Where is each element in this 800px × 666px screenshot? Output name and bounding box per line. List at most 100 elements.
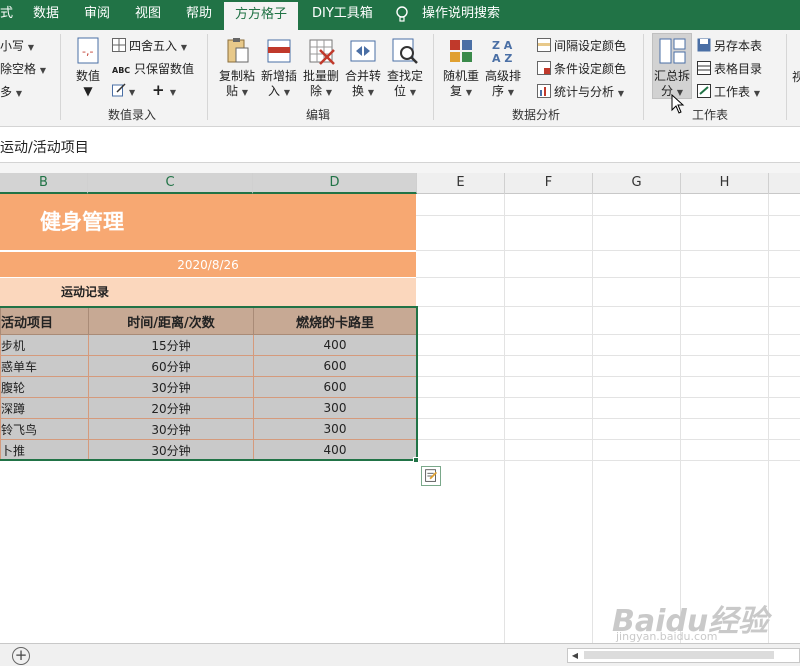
random-repeat-button[interactable]: 随机重 复 ▼ <box>440 36 482 100</box>
quick-analysis-icon <box>425 469 438 482</box>
column-header-row: B C D E F G H <box>0 173 800 194</box>
insert-button[interactable]: 新增插 入 ▼ <box>258 36 300 100</box>
fill-handle[interactable] <box>413 457 419 463</box>
group-separator <box>207 34 208 120</box>
add-sheet-icon[interactable]: + <box>12 647 30 665</box>
table-row: 铃飞鸟 30分钟 300 <box>0 418 417 440</box>
menu-more[interactable]: 多 ▼ <box>0 83 22 100</box>
svg-text:-,-: -,- <box>82 45 93 58</box>
svg-text:A Z: A Z <box>492 52 512 65</box>
calories-cell[interactable]: 400 <box>253 334 417 356</box>
group-label-analysis: 数据分析 <box>512 108 561 122</box>
plus-button[interactable]: + ▼ <box>152 81 176 99</box>
save-icon <box>697 38 711 52</box>
duration-cell[interactable]: 60分钟 <box>88 355 254 377</box>
tab-diy[interactable]: DIY工具箱 <box>312 0 373 30</box>
tab-help[interactable]: 帮助 <box>186 0 212 30</box>
activity-cell[interactable]: 步机 <box>0 334 89 356</box>
spacer <box>0 163 800 173</box>
tab-review[interactable]: 审阅 <box>84 0 110 30</box>
group-separator <box>60 34 61 120</box>
find-locate-button[interactable]: 查找定 位 ▼ <box>384 36 426 100</box>
quick-analysis-button[interactable] <box>421 466 441 486</box>
index-grid-icon <box>697 61 711 75</box>
value-icon: -,- <box>77 37 99 64</box>
tab-partial[interactable]: 式 <box>0 0 13 30</box>
sheet-title[interactable]: 健身管理 <box>0 194 416 250</box>
activity-cell[interactable]: 深蹲 <box>0 397 89 419</box>
duration-cell[interactable]: 20分钟 <box>88 397 254 419</box>
header-duration[interactable]: 时间/距离/次数 <box>88 307 254 335</box>
table-row: 步机 15分钟 400 <box>0 334 417 356</box>
sheet-index-button[interactable]: 表格目录 <box>697 60 762 77</box>
column-header-e[interactable]: E <box>417 173 505 194</box>
svg-text:Z A: Z A <box>492 39 513 52</box>
batch-delete-button[interactable]: 批量删 除 ▼ <box>300 36 342 100</box>
activity-cell[interactable]: 卜推 <box>0 439 89 461</box>
column-header-h[interactable]: H <box>681 173 769 194</box>
table-row: 惑单车 60分钟 600 <box>0 355 417 377</box>
clipboard-icon <box>227 38 249 63</box>
sort-az-icon: Z A A Z <box>492 39 513 65</box>
advanced-sort-button[interactable]: Z A A Z 高级排 序 ▼ <box>482 36 524 100</box>
table-row: 腹轮 30分钟 600 <box>0 376 417 398</box>
duration-cell[interactable]: 15分钟 <box>88 334 254 356</box>
activity-cell[interactable]: 惑单车 <box>0 355 89 377</box>
calories-cell[interactable]: 600 <box>253 355 417 377</box>
header-activity[interactable]: 活动项目 <box>0 307 89 335</box>
column-header-f[interactable]: F <box>505 173 593 194</box>
exercise-table: 活动项目 时间/距离/次数 燃烧的卡路里 步机 15分钟 400 惑单车 60分… <box>0 307 417 461</box>
group-label-worksheet: 工作表 <box>692 108 729 122</box>
column-header-c[interactable]: C <box>88 173 253 194</box>
tab-fangfang[interactable]: 方方格子 <box>224 2 298 30</box>
duration-cell[interactable]: 30分钟 <box>88 376 254 398</box>
view-partial-button[interactable]: 视 <box>792 68 800 85</box>
column-header-d[interactable]: D <box>253 173 417 194</box>
interval-color-button[interactable]: 间隔设定颜色 <box>537 37 626 54</box>
sheet-date[interactable]: 2020/8/26 <box>0 251 416 277</box>
edit-dropdown[interactable]: ▼ <box>112 83 135 98</box>
record-label[interactable]: 运动记录 <box>0 278 416 306</box>
column-header-b[interactable]: B <box>0 173 88 194</box>
scroll-thumb[interactable] <box>584 651 774 659</box>
condition-color-button[interactable]: 条件设定颜色 <box>537 60 626 77</box>
calories-cell[interactable]: 300 <box>253 397 417 419</box>
menu-remove-spaces[interactable]: 除空格 ▼ <box>0 60 46 77</box>
formula-bar[interactable]: 运动/活动项目 <box>0 128 800 163</box>
tab-data[interactable]: 数据 <box>33 0 59 30</box>
lightbulb-icon <box>396 6 408 22</box>
worksheet-menu[interactable]: 工作表 ▼ <box>697 83 760 100</box>
sheet-tab-bar: + ◀ <box>0 643 800 666</box>
round-button[interactable]: 四舍五入 ▼ <box>112 37 187 54</box>
formula-bar-content[interactable]: 运动/活动项目 <box>0 137 89 157</box>
random-blocks-icon <box>450 40 472 62</box>
column-header-g[interactable]: G <box>593 173 681 194</box>
duration-cell[interactable]: 30分钟 <box>88 439 254 461</box>
tell-me-search[interactable]: 操作说明搜索 <box>422 0 500 30</box>
stripe-grid-icon <box>537 38 551 52</box>
tab-view[interactable]: 视图 <box>135 0 161 30</box>
insert-rows-icon <box>267 39 291 63</box>
duration-cell[interactable]: 30分钟 <box>88 418 254 440</box>
group-separator <box>786 34 787 120</box>
summary-split-button[interactable]: 汇总拆 分 ▼ <box>650 36 694 100</box>
horizontal-scrollbar[interactable]: ◀ <box>567 648 800 663</box>
calories-cell[interactable]: 300 <box>253 418 417 440</box>
calories-cell[interactable]: 600 <box>253 376 417 398</box>
activity-cell[interactable]: 铃飞鸟 <box>0 418 89 440</box>
calories-cell[interactable]: 400 <box>253 439 417 461</box>
menu-lowercase[interactable]: 小写 ▼ <box>0 37 34 54</box>
activity-cell[interactable]: 腹轮 <box>0 376 89 398</box>
pencil-icon <box>112 83 126 97</box>
value-button[interactable]: -,- 数值 ▼ <box>70 36 106 99</box>
scroll-left-icon[interactable]: ◀ <box>568 649 582 662</box>
group-separator <box>433 34 434 120</box>
magnifier-icon <box>392 38 418 64</box>
keep-value-button[interactable]: ABC 只保留数值 <box>112 60 194 77</box>
stats-analysis-button[interactable]: 统计与分析 ▼ <box>537 83 624 100</box>
header-calories[interactable]: 燃烧的卡路里 <box>253 307 417 335</box>
copy-paste-button[interactable]: 复制粘 贴 ▼ <box>216 36 258 100</box>
save-sheet-button[interactable]: 另存本表 <box>697 37 762 54</box>
merge-convert-button[interactable]: 合并转 换 ▼ <box>342 36 384 100</box>
worksheet-grid[interactable]: 健身管理 2020/8/26 运动记录 活动项目 时间/距离/次数 燃烧的卡路里… <box>0 194 800 643</box>
